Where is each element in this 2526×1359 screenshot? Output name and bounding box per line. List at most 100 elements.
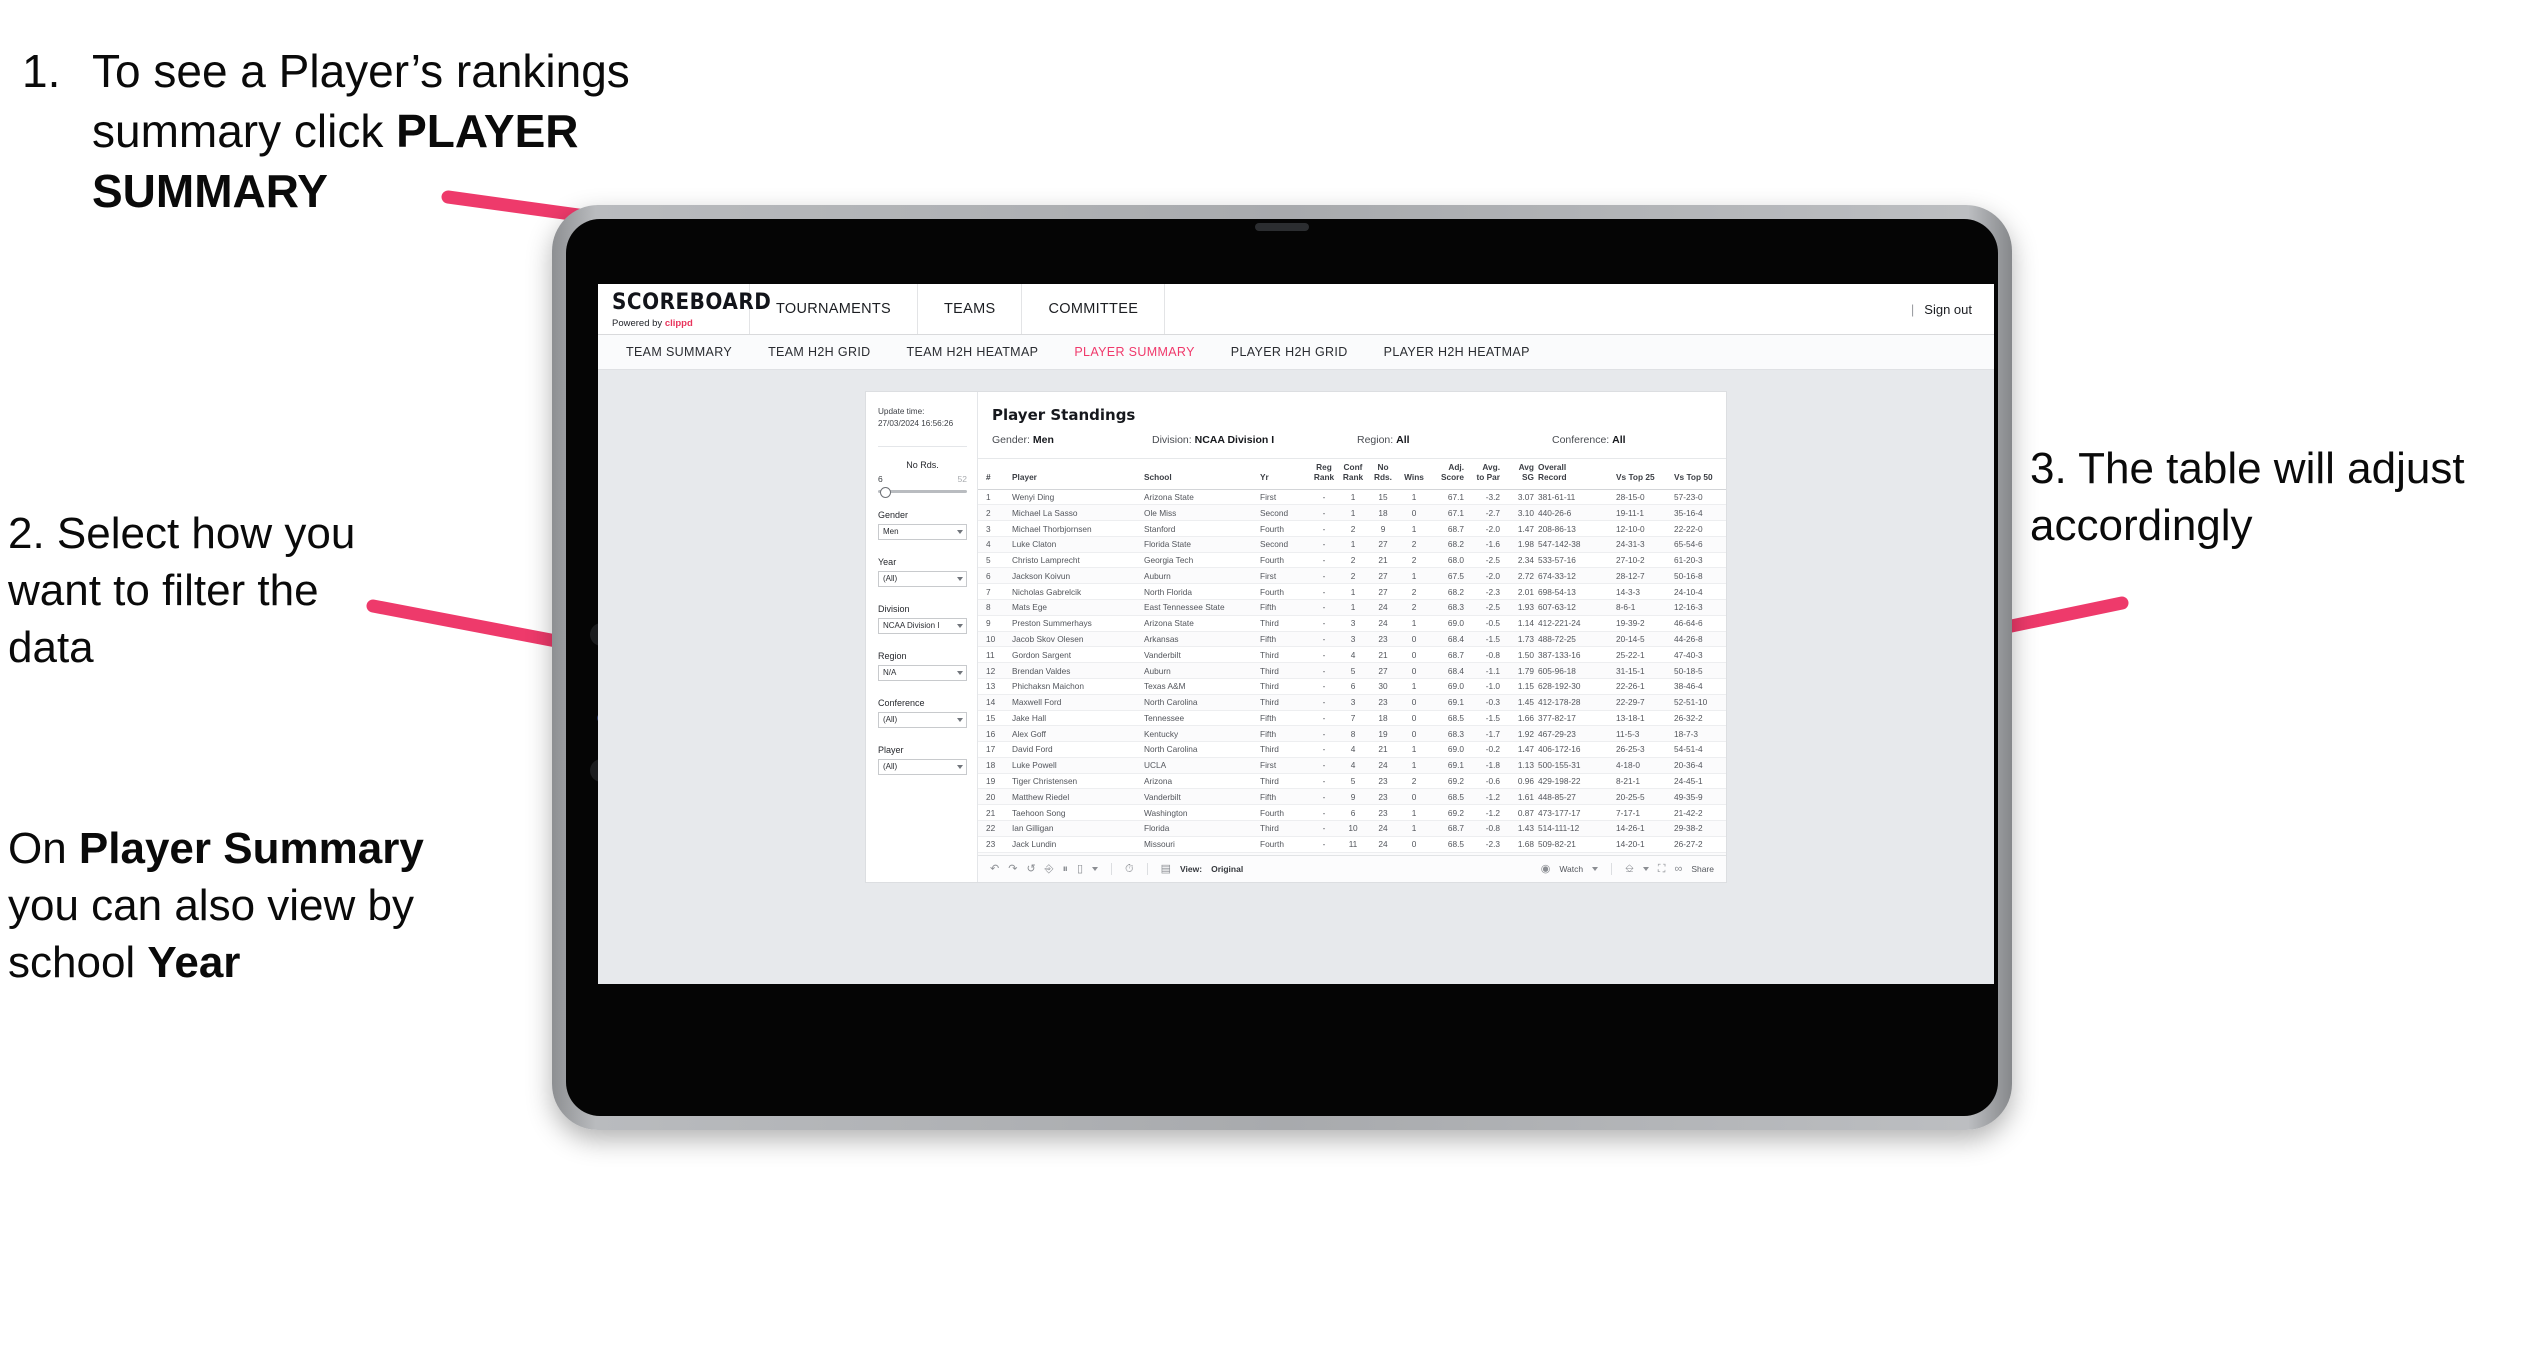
sign-out-link[interactable]: Sign out bbox=[1924, 302, 1972, 317]
column-header-wins[interactable]: Wins bbox=[1398, 459, 1430, 490]
chevron-down-icon[interactable] bbox=[1092, 867, 1099, 871]
table-row[interactable]: 8 Mats Ege East Tennessee State Fifth -1 24 2 6… bbox=[978, 599, 1726, 616]
filter-region-select[interactable]: N/A bbox=[878, 664, 967, 681]
table-row[interactable]: 18 Luke Powell UCLA First -4 24 1 69.1 -1.8 1.13 5… bbox=[978, 757, 1726, 774]
cell-num: 16 bbox=[978, 725, 1010, 743]
nav-item-committee[interactable]: COMMITTEE bbox=[1022, 284, 1166, 334]
cell-regrank: - bbox=[1310, 489, 1338, 506]
redo-icon[interactable]: ↷ bbox=[1008, 863, 1017, 875]
column-header-avgtopar[interactable]: Avg. to Par bbox=[1466, 459, 1502, 490]
table-row[interactable]: 1 Wenyi Ding Arizona State First -1 15 1 67.1 -3… bbox=[978, 489, 1726, 506]
slider-handle[interactable] bbox=[880, 486, 891, 498]
filter-no-rds-min: 6 bbox=[878, 473, 883, 484]
nav-item-tournaments[interactable]: TOURNAMENTS bbox=[750, 284, 919, 334]
table-row[interactable]: 20 Matthew Riedel Vanderbilt Fifth -9 23 0 68.5… bbox=[978, 788, 1726, 806]
undo-icon[interactable]: ↶ bbox=[990, 863, 999, 875]
table-row[interactable]: 10 Jacob Skov Olesen Arkansas Fifth -3 23 0 68.… bbox=[978, 631, 1726, 648]
table-row[interactable]: 9 Preston Summerhays Arizona State Third -3 2… bbox=[978, 615, 1726, 632]
table-row[interactable]: 22 Ian Gilligan Florida Third -10 24 1 68.7 -0.8… bbox=[978, 820, 1726, 837]
table-row[interactable]: 5 Christo Lamprecht Georgia Tech Fourth -2 21… bbox=[978, 552, 1726, 569]
filter-conference-label: Conference bbox=[878, 697, 925, 708]
column-header-adj[interactable]: Adj. Score bbox=[1430, 459, 1466, 490]
history-icon[interactable]: ⏱ bbox=[1125, 863, 1134, 875]
table-row[interactable]: 4 Luke Claton Florida State Second -1 27 2 68.2… bbox=[978, 536, 1726, 553]
column-header-avgsg[interactable]: Avg SG bbox=[1502, 459, 1536, 490]
table-row[interactable]: 21 Taehoon Song Washington Fourth -6 23 1 69.2-… bbox=[978, 804, 1726, 821]
column-header-player[interactable]: Player bbox=[1010, 459, 1142, 490]
subnav-team-h2h-heatmap[interactable]: TEAM H2H HEATMAP bbox=[889, 335, 1057, 369]
nav-item-teams[interactable]: TEAMS bbox=[918, 284, 1023, 334]
table-row[interactable]: 13 Phichaksn Maichon Texas A&M Third -6 30 1 69… bbox=[978, 678, 1726, 695]
share-button[interactable]: Share bbox=[1691, 864, 1714, 874]
cell-t50: 57-23-0 bbox=[1672, 489, 1726, 506]
cell-regrank: - bbox=[1310, 520, 1338, 537]
column-header-confrank[interactable]: Conf Rank bbox=[1338, 459, 1368, 490]
cell-avgsg: 3.10 bbox=[1502, 504, 1536, 522]
column-header-t25[interactable]: Vs Top 25 bbox=[1614, 459, 1672, 490]
table-row[interactable]: 6 Jackson Koivun Auburn First -2 27 1 67.5 -2.0 2… bbox=[978, 567, 1726, 585]
cell-adj: 68.7 bbox=[1430, 646, 1466, 664]
table-row[interactable]: 12 Brendan Valdes Auburn Third -5 27 0 68.4 -1.1… bbox=[978, 662, 1726, 679]
cell-avgsg: 0.74 bbox=[1502, 852, 1536, 855]
table-row[interactable]: 24Bastien AmatNew MexicoFourth-127269.4-… bbox=[978, 852, 1726, 855]
filter-division-select[interactable]: NCAA Division I bbox=[878, 617, 967, 634]
column-header-regrank[interactable]: Reg Rank bbox=[1310, 459, 1338, 490]
table-row[interactable]: 23 Jack Lundin Missouri Fourth -11 24 0 68.5 -2.… bbox=[978, 836, 1726, 853]
column-header-nords[interactable]: No Rds. bbox=[1368, 459, 1398, 490]
table-row[interactable]: 3 Michael Thorbjornsen Stanford Fourth -2 9 1 6… bbox=[978, 520, 1726, 537]
subnav-player-summary[interactable]: PLAYER SUMMARY bbox=[1056, 335, 1212, 369]
chevron-down-icon bbox=[957, 717, 963, 722]
table-row[interactable]: 7 Nicholas Gabrelcik North Florida Fourth -1… bbox=[978, 583, 1726, 601]
device-layout-icon[interactable]: ▯ bbox=[1077, 863, 1083, 875]
cell-school: Texas A&M bbox=[1142, 678, 1258, 695]
cell-avgsg: 1.14 bbox=[1502, 615, 1536, 632]
subnav-player-h2h-heatmap[interactable]: PLAYER H2H HEATMAP bbox=[1366, 335, 1548, 369]
cell-avgtopar: -1.5 bbox=[1466, 710, 1502, 727]
cell-yr: First bbox=[1258, 489, 1310, 506]
filter-summary-gender-key: Gender: bbox=[992, 434, 1030, 446]
standings-table-wrapper[interactable]: # Player School Yr Reg Rank Conf Rank No Rds. Wins… bbox=[978, 459, 1726, 855]
download-icon[interactable]: ⎒ bbox=[1625, 863, 1634, 875]
filter-conference-select[interactable]: (All) bbox=[878, 711, 967, 728]
cell-yr: Third bbox=[1258, 694, 1310, 711]
view-value[interactable]: Original bbox=[1211, 864, 1243, 874]
subnav-team-summary[interactable]: TEAM SUMMARY bbox=[608, 335, 750, 369]
chevron-down-icon bbox=[957, 576, 963, 581]
cell-adj: 67.1 bbox=[1430, 489, 1466, 506]
share-icon[interactable]: ∞ bbox=[1674, 863, 1682, 875]
table-row[interactable]: 2 Michael La Sasso Ole Miss Second -1 18 0 67.1… bbox=[978, 504, 1726, 522]
table-row[interactable]: 19 Tiger Christensen Arizona Third -5 23 2 69.2… bbox=[978, 773, 1726, 790]
brand-logo[interactable]: SCOREBOARD Powered by clippd bbox=[598, 284, 771, 334]
table-row[interactable]: 11 Gordon Sargent Vanderbilt Third -4 21 0 68.7… bbox=[978, 646, 1726, 664]
chevron-down-icon[interactable] bbox=[1592, 867, 1599, 871]
table-row[interactable]: 17 David Ford North Carolina Third -4 21 1 69.0… bbox=[978, 741, 1726, 758]
filter-sidebar: Update time: 27/03/2024 16:56:26 No Rds.… bbox=[866, 392, 978, 882]
filter-player-select[interactable]: (All) bbox=[878, 758, 967, 775]
refresh-icon[interactable]: ⎆ bbox=[1045, 863, 1054, 875]
subnav-team-h2h-grid[interactable]: TEAM H2H GRID bbox=[750, 335, 888, 369]
cell-avgsg: 0.96 bbox=[1502, 773, 1536, 790]
column-header-record[interactable]: Overall Record bbox=[1536, 459, 1614, 490]
chevron-down-icon[interactable] bbox=[1642, 867, 1649, 871]
filter-year: Year (All) bbox=[878, 557, 967, 587]
cell-record: 208-86-13 bbox=[1536, 520, 1614, 537]
view-label: View: bbox=[1180, 864, 1203, 874]
column-header-school[interactable]: School bbox=[1142, 459, 1258, 490]
table-row[interactable]: 15 Jake Hall Tennessee Fifth -7 18 0 68.5 -1.5 1.… bbox=[978, 710, 1726, 727]
column-header-yr[interactable]: Yr bbox=[1258, 459, 1310, 490]
pause-icon[interactable]: ⏸ bbox=[1062, 863, 1068, 875]
cell-num: 11 bbox=[978, 646, 1010, 664]
filter-no-rds-slider[interactable] bbox=[878, 486, 967, 498]
cell-school: Arizona State bbox=[1142, 489, 1258, 506]
column-header-t50[interactable]: Vs Top 50 bbox=[1672, 459, 1726, 490]
cell-t50: 24-10-4 bbox=[1672, 583, 1726, 601]
table-row[interactable]: 14 Maxwell Ford North Carolina Third -3 23 0 69… bbox=[978, 694, 1726, 711]
watch-button[interactable]: Watch bbox=[1559, 864, 1583, 874]
revert-icon[interactable]: ↺ bbox=[1026, 863, 1035, 875]
subnav-player-h2h-grid[interactable]: PLAYER H2H GRID bbox=[1213, 335, 1366, 369]
filter-year-select[interactable]: (All) bbox=[878, 570, 967, 587]
column-header-num[interactable]: # bbox=[978, 459, 1010, 490]
filter-gender-select[interactable]: Men bbox=[878, 523, 967, 540]
table-row[interactable]: 16 Alex Goff Kentucky Fifth -8 19 0 68.3 -1.7 1.9… bbox=[978, 725, 1726, 743]
fullscreen-icon[interactable]: ⛶ bbox=[1658, 863, 1666, 875]
